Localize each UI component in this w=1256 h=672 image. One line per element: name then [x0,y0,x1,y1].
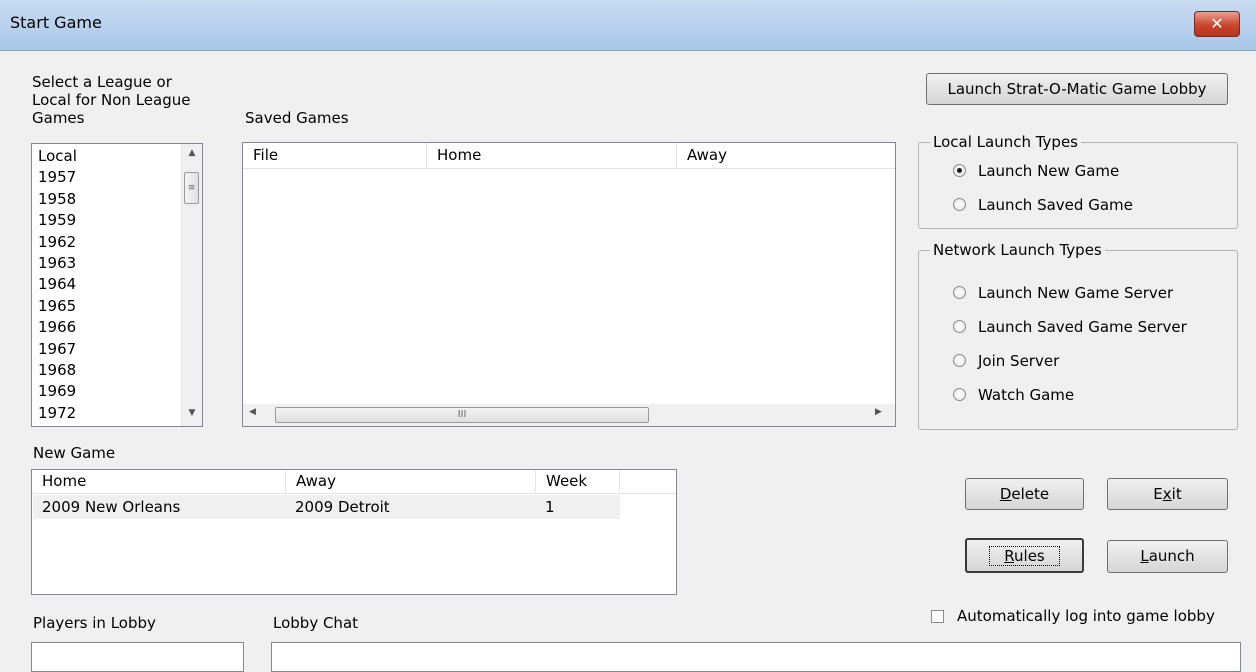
league-list-item[interactable]: 1959 [32,210,182,231]
rules-mnemonic: R [1004,547,1015,565]
lobby-chat-label: Lobby Chat [273,614,359,632]
league-list: Local 1957 1958 1959 1962 1963 1964 1965 1966 196… [32,146,182,424]
new-game-header: Home Away Week [32,470,676,494]
league-list-item[interactable]: 1963 [32,253,182,274]
column-header-file[interactable]: File [243,143,427,168]
league-label-line-3: Games [32,109,85,127]
league-list-item[interactable]: 1965 [32,296,182,317]
new-game-list[interactable]: Home Away Week 2009 New Orleans 2009 Det… [31,469,677,595]
auto-login-checkbox[interactable] [931,610,944,623]
players-in-lobby-list[interactable] [31,642,244,672]
radio-label[interactable]: Join Server [978,352,1059,370]
launch-lobby-button[interactable]: Launch Strat-O-Matic Game Lobby [926,73,1228,105]
saved-games-list[interactable]: File Home Away ◀ III ▶ [242,142,896,427]
delete-mnemonic: D [999,485,1012,503]
league-list-item[interactable]: 1962 [32,232,182,253]
table-row[interactable]: 2009 New Orleans 2009 Detroit 1 [33,495,620,519]
saved-games-header: File Home Away [243,143,895,169]
league-list-item[interactable]: 1966 [32,317,182,338]
league-list-item[interactable]: 1969 [32,381,182,402]
radio-local-launch-1[interactable] [953,198,966,211]
scroll-down-icon[interactable]: ▼ [182,408,202,418]
scroll-left-icon[interactable]: ◀ [249,407,256,417]
exit-label-pre: E [1153,485,1163,503]
radio-label[interactable]: Watch Game [978,386,1074,404]
column-header-week[interactable]: Week [536,470,620,493]
league-list-item[interactable]: 1964 [32,274,182,295]
players-in-lobby-label: Players in Lobby [33,614,156,632]
delete-button[interactable]: Delete [965,478,1084,510]
window-title: Start Game [10,13,102,32]
local-launch-title: Local Launch Types [930,133,1081,151]
radio-network-launch-2[interactable] [953,354,966,367]
delete-label: elete [1011,485,1050,503]
radio-label[interactable]: Launch New Game [978,162,1119,180]
league-scrollbar[interactable]: ▲ ≡ ▼ [181,144,202,426]
league-list-item[interactable]: Local [32,146,182,167]
lobby-chat-box[interactable] [271,642,1241,672]
hscroll-thumb[interactable]: III [275,407,649,423]
column-header-away[interactable]: Away [677,143,895,168]
league-label-line-1: Select a League or [32,73,172,91]
column-header-home[interactable]: Home [427,143,677,168]
rules-label: ules [1014,547,1045,565]
new-game-label: New Game [33,444,116,462]
exit-label: it [1171,485,1182,503]
launch-button[interactable]: Launch [1107,540,1228,573]
saved-games-hscrollbar[interactable]: ◀ III ▶ [243,404,895,426]
radio-network-launch-3[interactable] [953,388,966,401]
column-header-home[interactable]: Home [32,470,286,493]
radio-local-launch-0[interactable] [953,164,966,177]
row-home: 2009 New Orleans [42,498,181,516]
league-list-item[interactable]: 1967 [32,339,182,360]
exit-mnemonic: x [1162,485,1172,503]
network-launch-title: Network Launch Types [930,241,1105,259]
radio-label[interactable]: Launch Saved Game [978,196,1133,214]
league-list-item[interactable]: 1958 [32,189,182,210]
row-week: 1 [545,498,555,516]
radio-label[interactable]: Launch New Game Server [978,284,1173,302]
grip-icon: III [457,409,467,420]
radio-network-launch-0[interactable] [953,286,966,299]
close-icon: ✕ [1210,14,1224,33]
league-list-item[interactable]: 1972 [32,403,182,424]
network-launch-group [918,250,1238,430]
radio-network-launch-1[interactable] [953,320,966,333]
league-list-item[interactable]: 1968 [32,360,182,381]
scroll-up-icon[interactable]: ▲ [182,148,202,158]
rules-button[interactable]: Rules [965,538,1084,573]
scroll-right-icon[interactable]: ▶ [875,407,882,417]
row-away: 2009 Detroit [295,498,390,516]
auto-login-label[interactable]: Automatically log into game lobby [957,607,1215,625]
title-bar: Start Game ✕ [0,0,1256,51]
scroll-thumb[interactable]: ≡ [184,172,199,204]
league-listbox[interactable]: Local 1957 1958 1959 1962 1963 1964 1965 1966 196… [31,143,203,427]
league-list-item[interactable]: 1957 [32,167,182,188]
local-launch-group [918,142,1238,229]
radio-label[interactable]: Launch Saved Game Server [978,318,1187,336]
league-label-line-2: Local for Non League [32,91,191,109]
exit-button[interactable]: Exit [1107,478,1228,510]
close-button[interactable]: ✕ [1194,11,1240,37]
column-header-away[interactable]: Away [286,470,536,493]
saved-games-label: Saved Games [245,109,349,127]
launch-mnemonic: L [1140,547,1149,565]
launch-label: aunch [1148,547,1195,565]
